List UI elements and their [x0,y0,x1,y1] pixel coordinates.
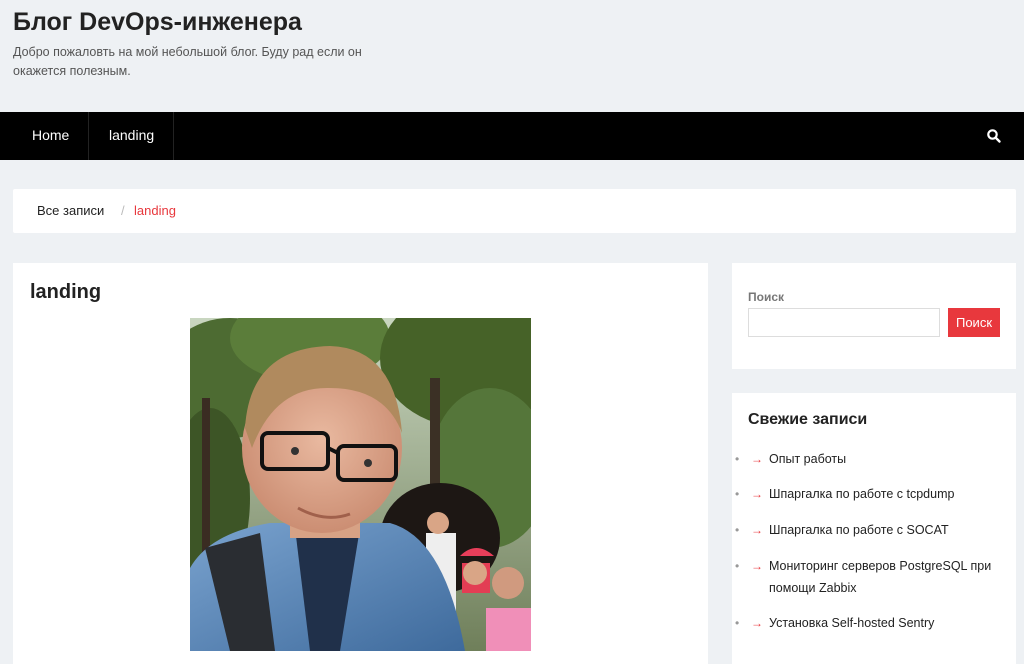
bullet-icon: • [735,487,740,501]
portrait-photo [190,318,531,651]
recent-post-link[interactable]: Шпаргалка по работе с tcpdump [769,483,1009,505]
nav-item-home[interactable]: Home [13,112,90,160]
search-label: Поиск [748,290,785,304]
nav-item-landing[interactable]: landing [90,112,175,160]
bullet-icon: • [735,616,740,630]
recent-post-link[interactable]: Мониторинг серверов PostgreSQL при помощ… [769,555,1009,599]
main-navigation: Home landing [0,112,1024,160]
site-header: Блог DevOps-инженера Добро пожаловть на … [0,0,1024,112]
search-icon[interactable] [986,128,1002,144]
breadcrumb-current: landing [134,203,176,218]
recent-posts-title: Свежие записи [748,411,868,428]
recent-post-link[interactable]: Шпаргалка по работе с SOCAT [769,519,1009,541]
search-input[interactable] [748,308,940,337]
arrow-right-icon: → [751,559,763,573]
recent-post-link[interactable]: Опыт работы [769,448,1009,470]
search-button[interactable]: Поиск [948,308,1000,337]
search-widget: Поиск Поиск [732,263,1016,369]
bullet-icon: • [735,559,740,573]
recent-post-link[interactable]: Установка Self-hosted Sentry [769,612,1009,634]
arrow-right-icon: → [751,452,763,466]
breadcrumb-separator: / [121,203,125,218]
main-content: landing [13,263,708,664]
page-title: landing [30,281,102,303]
arrow-right-icon: → [751,523,763,537]
bullet-icon: • [735,523,740,537]
bullet-icon: • [735,452,740,466]
recent-posts-widget: Свежие записи • → Опыт работы • → Шпарга… [732,393,1016,664]
arrow-right-icon: → [751,487,763,501]
site-title[interactable]: Блог DevOps-инженера [13,8,302,37]
arrow-right-icon: → [751,616,763,630]
breadcrumb-home-link[interactable]: Все записи [37,203,104,218]
portrait-photo-illustration [190,318,531,651]
site-description: Добро пожаловть на мой небольшой блог. Б… [13,45,362,78]
breadcrumb: Все записи / landing [13,189,1016,233]
